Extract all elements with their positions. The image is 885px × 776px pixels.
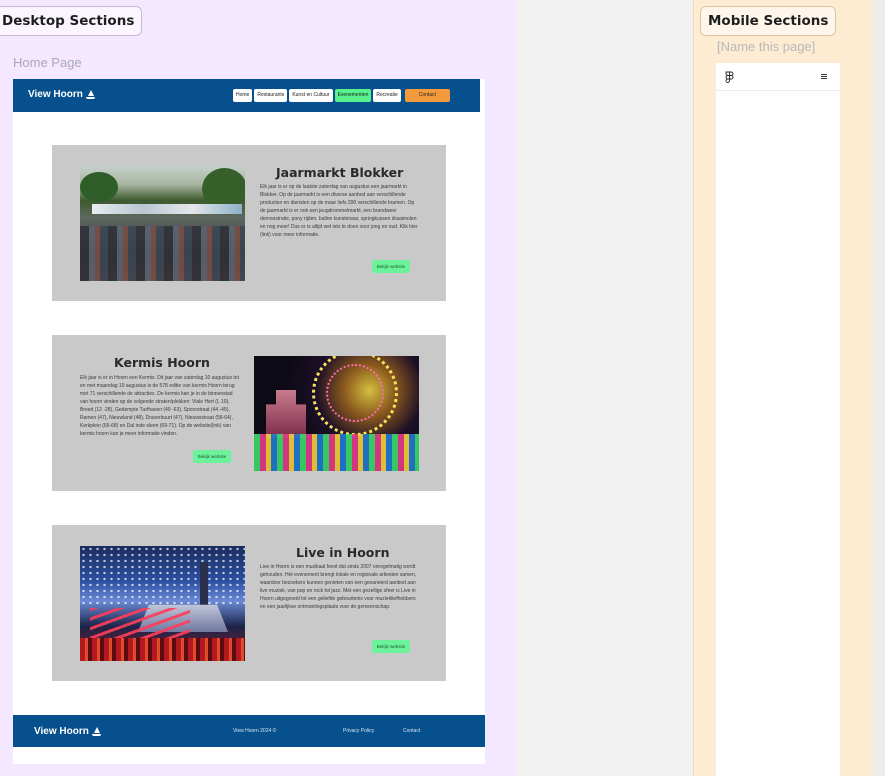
sailboat-icon [91, 726, 101, 737]
view-website-button[interactable]: Bekijk website [193, 450, 231, 463]
view-website-button[interactable]: Bekijk website [372, 640, 410, 653]
sailboat-icon [85, 89, 95, 100]
card-title: Live in Hoorn [296, 545, 390, 560]
nav-logo[interactable]: View Hoorn [28, 89, 95, 100]
event-card-jaarmarkt: Jaarmarkt Blokker Elk jaar is er op de l… [52, 145, 446, 301]
figma-icon [725, 71, 734, 83]
photo-detail [326, 364, 384, 422]
mobile-section-label[interactable]: Mobile Sections [700, 6, 837, 36]
desktop-home-frame[interactable]: View Hoorn Home Restaurants Kunst en Cul… [13, 79, 485, 764]
view-website-button[interactable]: Bekijk website [372, 260, 410, 273]
photo-detail [80, 226, 245, 281]
photo-detail [90, 608, 190, 638]
live-in-hoorn-photo [80, 546, 245, 661]
nav-link-evenementen[interactable]: Evenementen [334, 89, 372, 102]
mobile-header [716, 63, 840, 91]
kermis-photo [254, 356, 419, 471]
footer-privacy-link[interactable]: Privacy Policy [343, 728, 374, 734]
photo-detail [80, 546, 245, 606]
nav-logo-text: View Hoorn [28, 89, 83, 100]
nav-link-home[interactable]: Home [233, 89, 253, 102]
nav-link-kunst-en-cultuur[interactable]: Kunst en Cultuur [289, 89, 333, 102]
canvas-edge [873, 0, 885, 776]
footer-logo-text: View Hoorn [34, 726, 89, 737]
card-title: Jaarmarkt Blokker [276, 165, 404, 180]
jaarmarkt-photo [80, 166, 245, 281]
event-card-kermis: Kermis Hoorn Elk jaar is er in Hoorn een… [52, 335, 446, 491]
event-card-live-in-hoorn: Live in Hoorn Live in Hoorn is een muzik… [52, 525, 446, 681]
card-text: Elk jaar is er op de laatste zaterdag va… [260, 184, 418, 238]
nav-contact-button[interactable]: Contact [404, 89, 450, 102]
footer-logo[interactable]: View Hoorn [34, 726, 101, 737]
footer-copyright: View Hoorn 2024 © [233, 728, 277, 734]
photo-detail [92, 204, 242, 214]
navbar: View Hoorn Home Restaurants Kunst en Cul… [13, 79, 480, 112]
card-text: Elk jaar is er in Hoorn een Kermis. Dit … [80, 375, 239, 437]
nav-links: Home Restaurants Kunst en Cultuur Evenem… [233, 89, 450, 102]
desktop-frame-label[interactable]: Home Page [13, 55, 82, 70]
nav-link-restaurants[interactable]: Restaurants [254, 89, 288, 102]
canvas-background [516, 0, 693, 776]
photo-detail [266, 390, 306, 438]
photo-detail [254, 434, 419, 471]
photo-detail [80, 638, 245, 661]
hamburger-menu-icon[interactable] [821, 74, 827, 79]
photo-detail [80, 172, 118, 202]
card-text: Live in Hoorn is een muzikaal feest dat … [260, 564, 417, 610]
footer-contact-link[interactable]: Contact [403, 728, 420, 734]
footer: View Hoorn View Hoorn 2024 © Privacy Pol… [13, 715, 485, 747]
nav-link-recreatie[interactable]: Recreatie [373, 89, 401, 102]
mobile-frame-label[interactable]: [Name this page] [717, 39, 815, 54]
card-title: Kermis Hoorn [114, 355, 210, 370]
desktop-section-label[interactable]: Desktop Sections [0, 6, 143, 36]
mobile-frame[interactable] [716, 63, 840, 776]
